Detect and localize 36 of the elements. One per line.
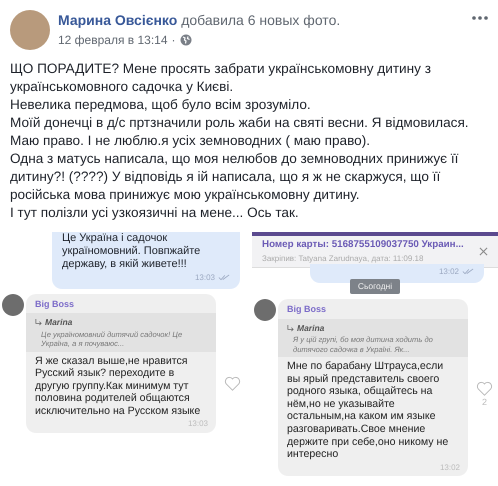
message-text: Я же сказал выше,не нравится Русский язык? переходите в другую группу.Как минимум тут половина родителей общаются исключительно на Русском языке (35, 354, 202, 418)
post-paragraph: Моїй донечці в д/с пртзначили роль жаби на святі весни. Я відмовилася. (10, 114, 470, 132)
message-time: 13:02 (438, 266, 459, 278)
post-date[interactable]: 12 февраля в 13:14 (58, 33, 168, 47)
pinned-subtitle: Закріпив: Tatyana Zarudnaya, дата: 11:09.18 (262, 252, 424, 265)
like-count: 2 (482, 396, 487, 409)
reply-arrow-icon (287, 324, 294, 332)
reply-arrow-icon (35, 319, 42, 326)
sender-name: Big Boss (35, 298, 76, 311)
post-paragraph: Маю право. І не люблю.я усіх земноводних ( маю право). (10, 132, 372, 150)
post-paragraph: Невелика передмова, щоб було всім зрозуміло. (10, 96, 312, 114)
contact-avatar (254, 299, 276, 321)
separator-dot: · (172, 33, 176, 47)
quote-author: Marina (297, 322, 324, 334)
heart-icon[interactable] (224, 376, 241, 390)
message-text: Мне по барабану Штрауса,если вы ярый представитель своего родного языка, общайтесь на нём,но не указывайте остальным,на каком им языке разговаривать.Свое мнение держите при себе,оно никому не интересно (287, 360, 450, 461)
contact-avatar (2, 294, 24, 316)
quote-author: Marina (45, 316, 72, 329)
post-paragraph: ЩО ПОРАДИТЕ? Мене просять забрати українськомовну дитину з українськомовного садочка у Києві. (10, 60, 432, 96)
message-text: україномовний. Повпжайте державу, в якій живете!!! (62, 245, 202, 271)
message-text: Це Україна і садочок (62, 232, 168, 245)
pinned-title: Номер карты: 5168755109037750 Украин... (262, 238, 465, 252)
post-paragraph: Одна з матусь написала, що моя нелюбов до земноводних принижує її дитину?! (????) У відповідь я ій написала, що я ж не скаржуся, що її російська мова принижує мою українськомовну дитину. (10, 150, 460, 204)
profile-photo[interactable] (10, 10, 50, 50)
author-name[interactable]: Марина Овсієнко (58, 12, 178, 28)
globe-icon (180, 34, 192, 46)
close-icon[interactable] (479, 247, 488, 256)
date-pill: Сьогодні (350, 278, 400, 294)
message-time: 13:03 (194, 272, 215, 284)
post-action-text: добавила 6 новых фото. (181, 12, 340, 28)
sender-name: Big Boss (287, 303, 328, 316)
more-options-icon[interactable] (472, 16, 488, 20)
heart-icon[interactable] (476, 381, 493, 396)
double-check-icon (218, 274, 230, 282)
double-check-icon (462, 268, 474, 276)
post-paragraph: І тут полізли усі узкоязичні на мене... Ось так. (10, 204, 300, 222)
